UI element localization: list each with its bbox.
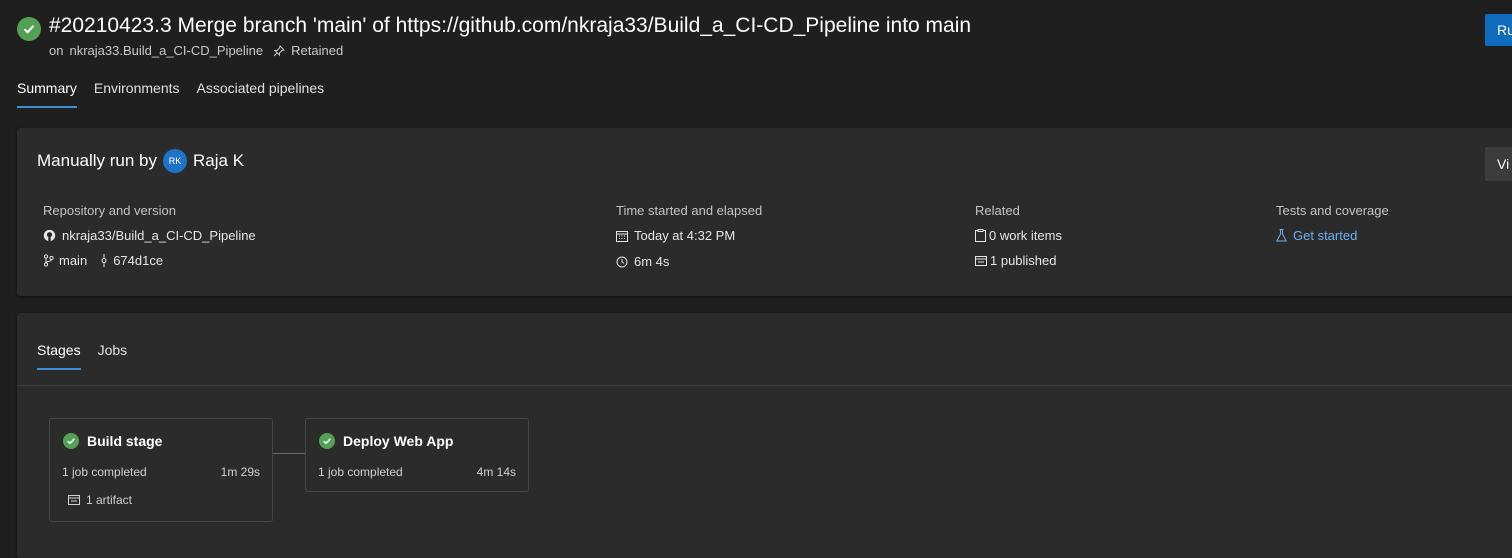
view-change-button[interactable]: Vi <box>1485 147 1512 181</box>
run-subtitle: on nkraja33.Build_a_CI-CD_Pipeline Retai… <box>49 43 343 58</box>
tab-stages[interactable]: Stages <box>37 342 81 370</box>
artifact-count: 1 artifact <box>86 493 133 507</box>
time-started-line: Today at 4:32 PM <box>616 228 735 243</box>
subtitle-prefix: on <box>49 43 64 58</box>
stage-duration: 1m 29s <box>220 465 260 479</box>
time-started: Today at 4:32 PM <box>634 228 736 243</box>
artifact-icon <box>975 255 987 267</box>
related-label: Related <box>975 203 1020 218</box>
stage-deploy[interactable]: Deploy Web App 1 job completed 4m 14s <box>305 418 529 492</box>
branch-link[interactable]: main <box>59 253 87 268</box>
work-items-line[interactable]: 0 work items <box>975 228 1062 243</box>
repo-line: nkraja33/Build_a_CI-CD_Pipeline <box>43 228 256 243</box>
calendar-icon <box>616 230 628 242</box>
tab-summary[interactable]: Summary <box>17 80 77 108</box>
user-name: Raja K <box>193 151 245 170</box>
succeeded-status-icon <box>17 17 41 41</box>
artifact-link[interactable]: 1 artifact <box>68 493 132 507</box>
clock-icon <box>616 256 628 268</box>
divider <box>17 385 1512 386</box>
succeeded-icon <box>63 433 79 449</box>
page-tabs: Summary Environments Associated pipeline… <box>17 80 324 108</box>
summary-card: Manually run by RK Raja K Vi Repository … <box>17 128 1512 296</box>
tab-jobs[interactable]: Jobs <box>98 342 128 370</box>
get-started-link[interactable]: Get started <box>1276 228 1357 243</box>
published-line[interactable]: 1 published <box>975 253 1057 268</box>
stage-jobs: 1 job completed <box>318 465 403 479</box>
stage-connector <box>273 453 305 454</box>
stages-card: Stages Jobs Build stage 1 job completed … <box>17 313 1512 558</box>
time-label: Time started and elapsed <box>616 203 763 218</box>
clipboard-icon <box>975 229 986 242</box>
tests-label: Tests and coverage <box>1276 203 1389 218</box>
time-elapsed: 6m 4s <box>634 254 670 269</box>
time-elapsed-line: 6m 4s <box>616 254 669 269</box>
run-new-button[interactable]: Ru <box>1485 14 1512 46</box>
commit-link[interactable]: 674d1ce <box>113 253 163 268</box>
stage-header: Deploy Web App <box>319 433 453 449</box>
run-by-line: Manually run by RK Raja K <box>37 149 244 173</box>
succeeded-icon <box>319 433 335 449</box>
run-by-label: Manually run by <box>37 151 158 170</box>
tab-associated-pipelines[interactable]: Associated pipelines <box>197 80 325 108</box>
stage-duration: 4m 14s <box>476 465 516 479</box>
get-started-label: Get started <box>1293 228 1358 243</box>
published: 1 published <box>990 253 1057 268</box>
pipeline-link[interactable]: nkraja33.Build_a_CI-CD_Pipeline <box>69 43 263 58</box>
avatar: RK <box>163 149 188 173</box>
stage-tabs: Stages Jobs <box>37 342 127 370</box>
stage-jobs: 1 job completed <box>62 465 147 479</box>
github-icon <box>43 229 56 242</box>
stage-name: Build stage <box>87 433 163 449</box>
repo-label: Repository and version <box>43 203 176 218</box>
version-line: main 674d1ce <box>43 253 163 268</box>
retained-label: Retained <box>291 43 344 58</box>
repo-name-link[interactable]: nkraja33/Build_a_CI-CD_Pipeline <box>62 228 256 243</box>
branch-icon <box>43 254 54 267</box>
flask-icon <box>1276 229 1287 242</box>
stage-header: Build stage <box>63 433 162 449</box>
tab-environments[interactable]: Environments <box>94 80 180 108</box>
stage-build[interactable]: Build stage 1 job completed 1m 29s 1 art… <box>49 418 273 522</box>
commit-icon <box>100 254 108 267</box>
artifact-icon <box>68 494 80 506</box>
work-items: 0 work items <box>989 228 1062 243</box>
run-title: #20210423.3 Merge branch 'main' of https… <box>49 14 972 37</box>
stage-name: Deploy Web App <box>343 433 454 449</box>
pin-icon <box>273 44 286 57</box>
